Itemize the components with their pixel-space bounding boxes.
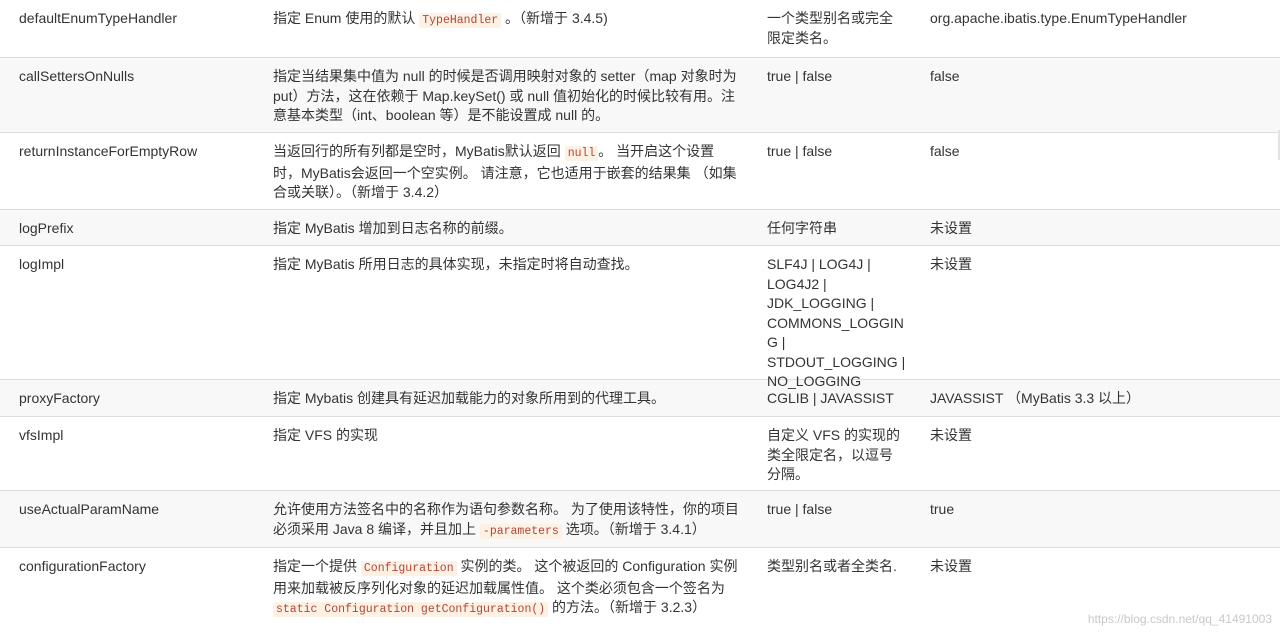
setting-description: 指定 MyBatis 增加到日志名称的前缀。 — [253, 210, 747, 245]
setting-description: 指定 Enum 使用的默认 TypeHandler 。（新增于 3.4.5) — [253, 0, 747, 57]
setting-description: 指定 MyBatis 所用日志的具体实现，未指定时将自动查找。 — [253, 246, 747, 379]
description-text: 指定 MyBatis 增加到日志名称的前缀。 — [273, 220, 513, 236]
setting-default: true — [930, 501, 955, 517]
description-text: 指定 Mybatis 创建具有延迟加载能力的对象所用到的代理工具。 — [273, 390, 666, 406]
inline-code: null — [564, 146, 599, 161]
setting-name: configurationFactory — [19, 558, 146, 574]
description-text: 指定当结果集中值为 null 的时候是否调用映射对象的 setter（map 对… — [273, 68, 737, 123]
setting-valid-values: CGLIB | JAVASSIST — [767, 390, 894, 406]
setting-description: 允许使用方法签名中的名称作为语句参数名称。 为了使用该特性，你的项目必须采用 J… — [253, 491, 747, 547]
setting-name: logImpl — [19, 256, 65, 272]
setting-name: defaultEnumTypeHandler — [19, 10, 177, 26]
setting-valid-values: 任何字符串 — [767, 220, 837, 236]
setting-name: logPrefix — [19, 220, 74, 236]
inline-code: TypeHandler — [419, 13, 502, 28]
table-row: proxyFactory 指定 Mybatis 创建具有延迟加载能力的对象所用到的… — [0, 379, 1280, 416]
setting-valid-values: 一个类型别名或完全限定类名。 — [767, 10, 893, 46]
watermark: https://blog.csdn.net/qq_41491003 — [1087, 612, 1272, 626]
table-row: callSettersOnNulls 指定当结果集中值为 null 的时候是否调用… — [0, 57, 1280, 132]
setting-default: org.apache.ibatis.type.EnumTypeHandler — [930, 10, 1187, 26]
setting-valid-values: 自定义 VFS 的实现的类全限定名，以逗号分隔。 — [767, 427, 901, 482]
setting-valid-values: 类型别名或者全类名. — [767, 558, 897, 574]
setting-description: 指定 Mybatis 创建具有延迟加载能力的对象所用到的代理工具。 — [253, 380, 747, 416]
setting-default: 未设置 — [930, 427, 972, 443]
description-text: 指定 VFS 的实现 — [273, 427, 379, 443]
description-text: 。（新增于 3.4.5) — [501, 10, 608, 26]
setting-default: 未设置 — [930, 256, 972, 272]
setting-description: 指定当结果集中值为 null 的时候是否调用映射对象的 setter（map 对… — [253, 58, 747, 132]
setting-name: returnInstanceForEmptyRow — [19, 143, 198, 159]
table-row: logImpl 指定 MyBatis 所用日志的具体实现，未指定时将自动查找。 SL… — [0, 245, 1280, 389]
setting-default: false — [930, 68, 960, 84]
inline-code: static Configuration getConfiguration() — [273, 602, 549, 617]
setting-default: JAVASSIST （MyBatis 3.3 以上） — [930, 390, 1141, 406]
table-row: useActualParamName 允许使用方法签名中的名称作为语句参数名称。 … — [0, 490, 1280, 547]
setting-valid-values: true | false — [767, 143, 833, 159]
table-row: logPrefix 指定 MyBatis 增加到日志名称的前缀。 任何字符串 未设置 — [0, 209, 1280, 245]
settings-table: defaultEnumTypeHandler 指定 Enum 使用的默认 Type… — [0, 0, 1280, 633]
setting-default: 未设置 — [930, 220, 972, 236]
inline-code: Configuration — [360, 561, 457, 576]
table-row: vfsImpl 指定 VFS 的实现 自定义 VFS 的实现的类全限定名，以逗号分隔… — [0, 416, 1280, 490]
table-row: returnInstanceForEmptyRow 当返回行的所有列都是空时，My… — [0, 132, 1280, 209]
setting-description: 当返回行的所有列都是空时，MyBatis默认返回 null。 当开启这个设置时，… — [253, 133, 747, 209]
description-text: 的方法。（新增于 3.2.3） — [548, 599, 707, 615]
setting-valid-values: SLF4J | LOG4J | LOG4J2 | JDK_LOGGING | C… — [767, 256, 906, 389]
setting-default: false — [930, 143, 960, 159]
setting-description: 指定 VFS 的实现 — [253, 417, 747, 490]
inline-code: -parameters — [479, 523, 562, 539]
setting-valid-values: true | false — [767, 68, 833, 84]
table-row: defaultEnumTypeHandler 指定 Enum 使用的默认 Type… — [0, 0, 1280, 57]
description-text: 指定 MyBatis 所用日志的具体实现，未指定时将自动查找。 — [273, 256, 639, 272]
description-text: 当返回行的所有列都是空时，MyBatis默认返回 — [273, 143, 565, 159]
setting-valid-values: true | false — [767, 501, 833, 517]
setting-name: callSettersOnNulls — [19, 68, 135, 84]
description-text: 指定一个提供 — [273, 558, 361, 574]
setting-name: proxyFactory — [19, 390, 100, 406]
setting-name: useActualParamName — [19, 501, 160, 517]
setting-name: vfsImpl — [19, 427, 64, 443]
setting-description: 指定一个提供 Configuration 实例的类。 这个被返回的 Config… — [253, 548, 747, 633]
description-text: 选项。（新增于 3.4.1） — [561, 520, 706, 537]
description-text: 指定 Enum 使用的默认 — [273, 10, 420, 26]
